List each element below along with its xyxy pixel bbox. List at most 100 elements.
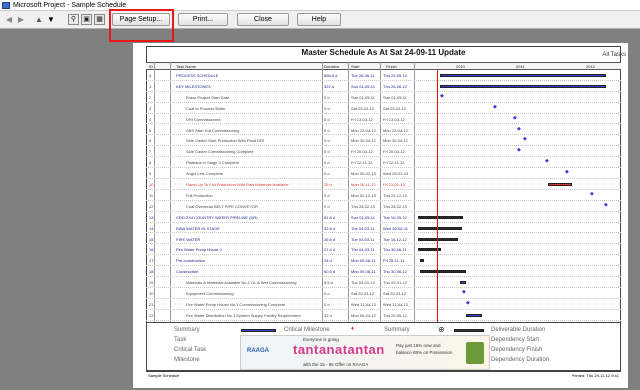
table-row[interactable]: 20 Equipment Commissioning 0 d Sat 20-03-12… xyxy=(146,288,621,299)
zoom-icon[interactable]: ⚲ xyxy=(68,14,79,25)
table-row[interactable]: 2 Erase Project Start Date 0 d Sun 01-05-11… xyxy=(146,92,621,103)
ad-offer-line-3: with the 15 - 85 Offer on RAAGA xyxy=(303,362,369,367)
page-setup-highlight-box xyxy=(109,9,174,42)
row-start: Tue 03-01-12 xyxy=(351,280,375,286)
timeline-year-2: 2011 xyxy=(516,64,525,69)
table-row[interactable]: 17 Pre-construction 24 d Mon 09-06-11 Fri 25… xyxy=(146,255,621,267)
footer-left-text: Sample Schedule xyxy=(148,373,180,378)
table-row[interactable]: 8 Plateaus in Stage 3 Complete 0 d Fri 22-1… xyxy=(146,157,621,169)
table-row[interactable]: 12 Coal Overhead BELT PIPE CONVEYOR 0 d Thu… xyxy=(146,201,621,212)
row-finish: Thu 09-01-12 xyxy=(383,280,408,286)
table-row[interactable]: 11 Full Production 0 d Mon 02-12-13 Thu 22-1… xyxy=(146,190,621,201)
row-start: Thu 04-03-11 xyxy=(351,247,375,253)
row-id: 16 xyxy=(149,247,154,253)
task-bar[interactable] xyxy=(418,215,463,219)
row-task-name: FIRE WATER xyxy=(176,236,201,242)
task-bar[interactable] xyxy=(460,281,466,285)
row-finish: Thu 20-05-12 xyxy=(383,312,408,318)
row-start: Mon 09-06-11 xyxy=(351,269,376,275)
ad-brand: RAAGA xyxy=(247,348,269,354)
row-finish: Sun 01-05-11 xyxy=(383,94,407,100)
table-row[interactable]: 3 Coal to Process Boiler 0 d Sat 03-03-12 Sa… xyxy=(146,103,621,114)
row-task-name: Construction xyxy=(176,269,199,275)
legend-deliverable-bar xyxy=(454,329,484,332)
row-task-name: SBS Start Hot Commissioning xyxy=(186,127,240,133)
task-bar[interactable] xyxy=(440,74,606,77)
row-start: Tue 04-03-11 xyxy=(351,225,375,231)
multi-page-icon[interactable]: ▦ xyxy=(94,14,105,25)
row-duration: 26.6 d xyxy=(324,236,336,242)
task-bar[interactable] xyxy=(440,84,606,88)
row-finish: Thu 30-06-11 xyxy=(383,247,407,253)
row-start: Fri 13-04-12 xyxy=(351,116,373,122)
table-header: ID Task Name Duration Start Finish 2010 … xyxy=(146,62,621,70)
task-bar[interactable] xyxy=(420,259,424,263)
table-row[interactable]: 1 KEY MILESTONES 322 d Sun 01-05-11 Thu 26-0… xyxy=(146,81,621,92)
row-start: Mon 02-12-13 xyxy=(351,192,376,198)
ad-headline: tantanatantan xyxy=(293,342,385,357)
legend-dependency-duration-label: Dependency Duration xyxy=(491,357,550,363)
row-id: 17 xyxy=(149,258,154,264)
row-id: 3 xyxy=(149,105,152,111)
table-row[interactable]: 6 Side Caster Start Production With Plant… xyxy=(146,135,621,147)
row-duration: 5.5 d xyxy=(324,280,333,286)
col-finish-header: Finish xyxy=(386,64,397,69)
row-finish: Wed 11-04-12 xyxy=(383,301,408,307)
row-task-name: Side Caster Start Production With Plant … xyxy=(186,138,265,144)
advertisement-banner[interactable]: RAAGA Everyone is going tantanatantan Pa… xyxy=(240,335,490,370)
row-duration: 0 d xyxy=(324,138,330,144)
legend-deliverable-label: Deliverable Duration xyxy=(491,327,546,333)
legend-summary-bar xyxy=(241,329,276,332)
row-finish: Fri 22-11-12 xyxy=(383,160,405,166)
first-page-icon[interactable]: ◀ xyxy=(4,14,14,25)
row-duration: 0 d xyxy=(324,301,330,307)
milestone-marker: ◆ xyxy=(523,137,527,143)
page-footer: Sample Schedule Printed: Thu 29-11-12 9:… xyxy=(146,371,621,378)
next-page-icon[interactable]: ▼ xyxy=(46,14,56,25)
help-button[interactable]: Help xyxy=(297,13,341,26)
table-row[interactable]: 4 DRI Commissioned 0 d Fri 13-04-12 Fri 13-0… xyxy=(146,114,621,125)
row-task-name: KEY MILESTONES xyxy=(176,83,211,89)
row-id: 5 xyxy=(149,127,152,133)
row-task-name: PROCESS SCHEDULE xyxy=(176,73,219,78)
row-finish: Thu 22-12-13 xyxy=(383,192,408,198)
table-row[interactable]: 19 Materials & Materials Available No.1 D… xyxy=(146,277,621,288)
close-button[interactable]: Close xyxy=(237,13,289,26)
task-bar[interactable] xyxy=(420,270,466,274)
window-title-bar: Microsoft Project - Sample Schedule xyxy=(0,0,640,11)
table-row[interactable]: 21 Fire Water Pump House No.1 Commissioni… xyxy=(146,299,621,310)
table-row[interactable]: 18 Construction 60.5 d Mon 09-06-11 Thu 30-0… xyxy=(146,266,621,278)
row-id: 8 xyxy=(149,160,152,166)
table-row[interactable]: 10 Ramp Up To Full Production With Raw Ma… xyxy=(146,179,621,190)
previous-page-icon[interactable]: ▶ xyxy=(16,14,26,25)
row-duration: 0 d xyxy=(324,171,330,177)
row-start: Thu 28-02-13 xyxy=(351,203,376,209)
table-row[interactable]: 16 Fire Water Pump House 1 21.4 d Thu 04-03… xyxy=(146,244,621,256)
row-task-name: Side Caster Commissioning Complete xyxy=(186,149,254,155)
print-button[interactable]: Print... xyxy=(178,13,228,26)
task-bar[interactable] xyxy=(418,237,458,241)
one-page-icon[interactable]: ▣ xyxy=(81,14,92,25)
row-start: Mon 26-11-12 xyxy=(351,182,376,187)
table-row[interactable]: 14 RAW WATER IN STAGE 32.8 d Tue 04-03-11 We… xyxy=(146,223,621,234)
row-task-name: Fire Water Pump House 1 xyxy=(176,247,223,253)
row-id: 6 xyxy=(149,138,152,144)
table-row[interactable]: 9 Angul Link Complete 0 d Mon 05-02-13 Wed 0… xyxy=(146,168,621,179)
table-row[interactable]: 7 Side Caster Commissioning Complete 0 d Fr… xyxy=(146,146,621,158)
previous-page-alt-icon[interactable]: ▲ xyxy=(34,14,44,25)
table-row[interactable]: 22 Fire Water Distribution No.1 System Su… xyxy=(146,310,621,321)
table-row[interactable]: 5 SBS Start Hot Commissioning 0 d Mon 22-04… xyxy=(146,125,621,136)
table-row[interactable]: 15 FIRE WATER 26.6 d Tue 04-03-11 Tue 16-12-… xyxy=(146,234,621,245)
row-duration: 0 d xyxy=(324,94,330,100)
task-bar[interactable] xyxy=(418,226,462,230)
row-duration: 322 d xyxy=(324,83,335,89)
table-row[interactable]: 13 CRD-2X4 COUNTRY WATER PIPELINE (DR) 81.… xyxy=(146,212,621,223)
task-bar[interactable] xyxy=(466,313,482,317)
critical-task-bar[interactable] xyxy=(548,183,572,186)
table-row[interactable]: 0 PROCESS SCHEDULE 856.5 d Tue 26-06-11 Thu … xyxy=(146,70,621,81)
row-id: 4 xyxy=(149,116,152,122)
row-start: Wed 11-04-12 xyxy=(351,301,376,307)
row-duration: 60.5 d xyxy=(324,269,336,275)
status-date-line xyxy=(437,70,438,322)
row-id: 12 xyxy=(149,203,154,209)
